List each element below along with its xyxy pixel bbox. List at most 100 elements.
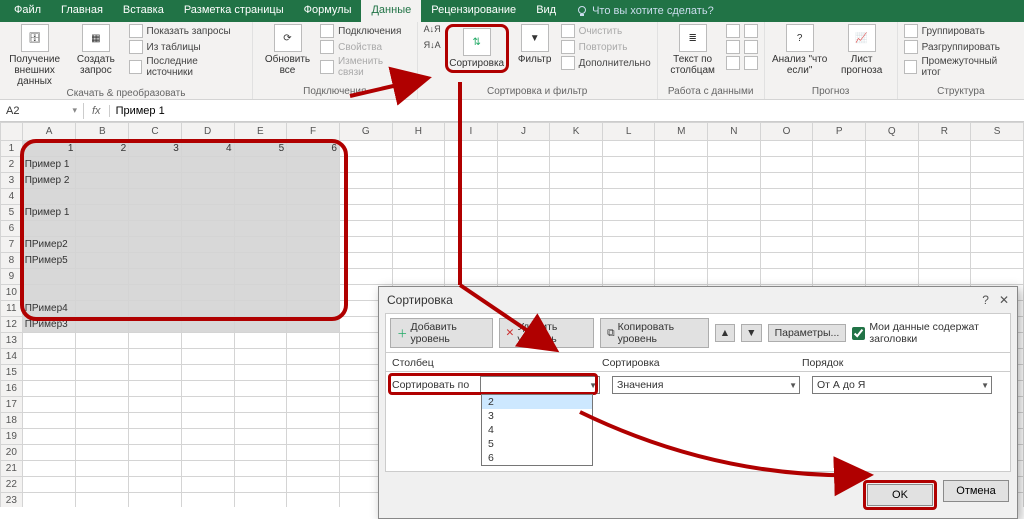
column-header[interactable]: P	[813, 123, 866, 141]
cell[interactable]	[497, 253, 550, 269]
cell[interactable]	[181, 205, 234, 221]
cell[interactable]: 3	[129, 141, 182, 157]
row-header[interactable]: 17	[1, 397, 23, 413]
cell[interactable]	[287, 429, 340, 445]
cell[interactable]	[865, 221, 918, 237]
cell[interactable]	[234, 253, 287, 269]
cell[interactable]	[813, 205, 866, 221]
cell[interactable]	[339, 141, 392, 157]
cell[interactable]	[234, 461, 287, 477]
cell[interactable]	[22, 445, 76, 461]
advanced-filter-button[interactable]: Дополнительно	[561, 56, 651, 70]
cell[interactable]	[655, 253, 708, 269]
relations-button[interactable]	[744, 40, 758, 54]
cell[interactable]	[129, 205, 182, 221]
cell[interactable]	[602, 221, 655, 237]
cell[interactable]	[76, 413, 129, 429]
copy-level-button[interactable]: ⧉Копировать уровень	[600, 318, 709, 348]
connections-button[interactable]: Подключения	[320, 24, 411, 38]
cell[interactable]	[497, 221, 550, 237]
menu-layout[interactable]: Разметка страницы	[174, 0, 294, 22]
cell[interactable]: ПРимер4	[22, 301, 76, 317]
cell[interactable]	[181, 397, 234, 413]
column-header[interactable]: B	[76, 123, 129, 141]
cell[interactable]: ПРимер3	[22, 317, 76, 333]
row-header[interactable]: 14	[1, 349, 23, 365]
cell[interactable]	[129, 493, 182, 508]
cell[interactable]	[234, 413, 287, 429]
cell[interactable]	[234, 205, 287, 221]
cell[interactable]	[445, 269, 498, 285]
cell[interactable]	[234, 157, 287, 173]
cell[interactable]	[76, 253, 129, 269]
row-header[interactable]: 18	[1, 413, 23, 429]
dialog-titlebar[interactable]: Сортировка ? ✕	[379, 287, 1017, 313]
row-header[interactable]: 16	[1, 381, 23, 397]
cell[interactable]	[76, 397, 129, 413]
cell[interactable]	[234, 285, 287, 301]
cell[interactable]	[76, 237, 129, 253]
row-header[interactable]: 12	[1, 317, 23, 333]
cell[interactable]	[287, 221, 340, 237]
tell-me[interactable]: Что вы хотите сделать?	[566, 0, 714, 22]
cell[interactable]	[550, 237, 603, 253]
cell[interactable]	[76, 445, 129, 461]
cell[interactable]	[392, 141, 445, 157]
row-header[interactable]: 6	[1, 221, 23, 237]
cell[interactable]	[550, 221, 603, 237]
cell[interactable]	[708, 221, 761, 237]
cell[interactable]	[129, 157, 182, 173]
cell[interactable]	[129, 253, 182, 269]
cell[interactable]	[813, 269, 866, 285]
manage-model-button[interactable]	[744, 56, 758, 70]
row-header[interactable]: 21	[1, 461, 23, 477]
cell[interactable]	[655, 221, 708, 237]
column-header[interactable]: G	[339, 123, 392, 141]
cell[interactable]	[234, 349, 287, 365]
cell[interactable]	[655, 173, 708, 189]
cell[interactable]	[181, 349, 234, 365]
cell[interactable]	[287, 173, 340, 189]
cell[interactable]	[129, 189, 182, 205]
cell[interactable]	[76, 205, 129, 221]
cell[interactable]	[129, 397, 182, 413]
cell[interactable]	[129, 285, 182, 301]
validation-button[interactable]	[726, 56, 740, 70]
cell[interactable]	[655, 141, 708, 157]
cell[interactable]	[602, 205, 655, 221]
cell[interactable]	[497, 157, 550, 173]
cell[interactable]	[181, 157, 234, 173]
cell[interactable]	[76, 349, 129, 365]
row-header[interactable]: 10	[1, 285, 23, 301]
cell[interactable]	[287, 205, 340, 221]
cell[interactable]	[287, 333, 340, 349]
cell[interactable]	[392, 173, 445, 189]
cell[interactable]	[550, 141, 603, 157]
menu-file[interactable]: Файл	[4, 0, 51, 22]
cell[interactable]	[918, 205, 971, 221]
cell[interactable]	[760, 141, 813, 157]
cell[interactable]	[971, 253, 1024, 269]
cell[interactable]	[287, 285, 340, 301]
menu-home[interactable]: Главная	[51, 0, 113, 22]
cell[interactable]	[181, 317, 234, 333]
cell[interactable]	[971, 157, 1024, 173]
cell[interactable]: Пример 2	[22, 173, 76, 189]
sort-column-combo[interactable]: ▼	[480, 376, 600, 394]
cell[interactable]	[392, 269, 445, 285]
cell[interactable]	[287, 493, 340, 508]
help-icon[interactable]: ?	[982, 293, 989, 307]
column-header[interactable]: A	[22, 123, 76, 141]
subtotal-button[interactable]: Промежуточный итог	[904, 56, 1018, 78]
cell[interactable]	[76, 317, 129, 333]
cell[interactable]	[22, 461, 76, 477]
filter-button[interactable]: ▼ Фильтр	[513, 24, 557, 65]
cell[interactable]	[865, 237, 918, 253]
cell[interactable]	[76, 381, 129, 397]
cell[interactable]	[392, 253, 445, 269]
cell[interactable]	[813, 221, 866, 237]
ungroup-button[interactable]: Разгруппировать	[904, 40, 1018, 54]
cancel-button[interactable]: Отмена	[943, 480, 1009, 502]
cell[interactable]	[181, 173, 234, 189]
column-header[interactable]: R	[918, 123, 971, 141]
